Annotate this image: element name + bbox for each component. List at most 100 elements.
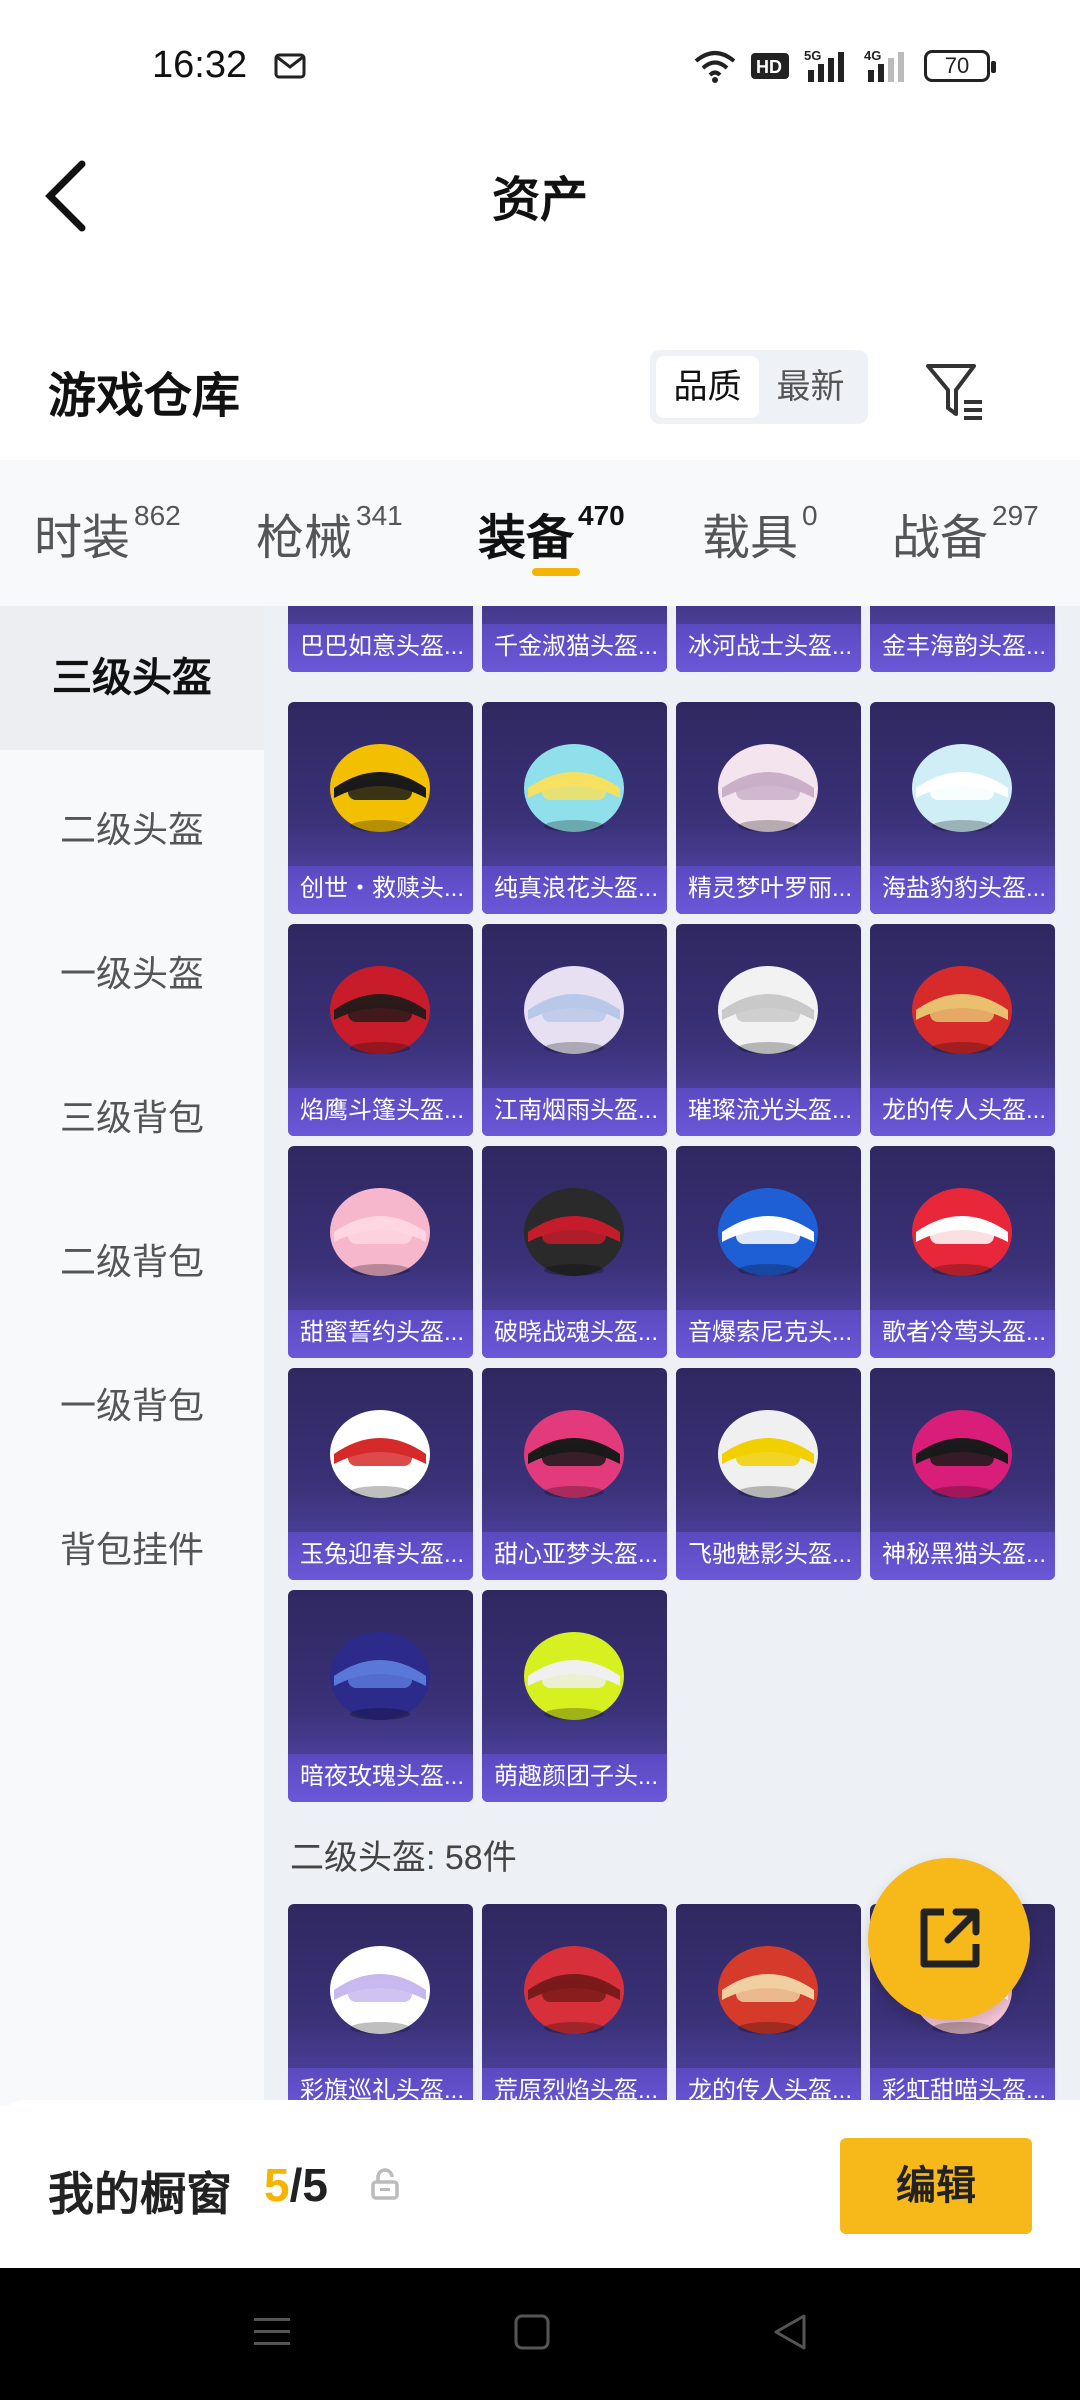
sidebar-item-level2-helmet[interactable]: 二级头盔 bbox=[0, 800, 264, 860]
item-name: 玉兔迎春头盔... bbox=[288, 1532, 473, 1580]
item-card[interactable]: 飞驰魅影头盔... bbox=[676, 1368, 861, 1580]
item-name: 金丰海韵头盔... bbox=[870, 624, 1055, 672]
item-card[interactable]: 神秘黑猫头盔... bbox=[870, 1368, 1055, 1580]
item-card[interactable]: 巴巴如意头盔... bbox=[288, 606, 473, 672]
sidebar: 三级头盔 二级头盔 一级头盔 三级背包 二级背包 一级背包 背包挂件 bbox=[0, 606, 264, 2106]
tab-label: 枪械 bbox=[256, 512, 353, 565]
sidebar-item-level1-backpack[interactable]: 一级背包 bbox=[0, 1376, 264, 1436]
tab-count: 470 bbox=[578, 500, 625, 531]
svg-text:4G: 4G bbox=[864, 48, 881, 63]
item-card[interactable]: 海盐豹豹头盔... bbox=[870, 702, 1055, 914]
tab-count: 862 bbox=[134, 500, 181, 531]
item-card[interactable]: 千金淑猫头盔... bbox=[482, 606, 667, 672]
sort-quality-option[interactable]: 品质 bbox=[656, 356, 759, 418]
helmet-icon bbox=[524, 966, 624, 1054]
wifi-icon bbox=[694, 51, 736, 83]
item-card[interactable]: 龙的传人头盔... bbox=[676, 1904, 861, 2100]
mail-icon bbox=[274, 53, 306, 79]
helmet-icon bbox=[718, 966, 818, 1054]
item-card[interactable]: 甜心亚梦头盔... bbox=[482, 1368, 667, 1580]
item-card[interactable]: 璀璨流光头盔... bbox=[676, 924, 861, 1136]
item-card[interactable]: 彩旗巡礼头盔... bbox=[288, 1904, 473, 2100]
helmet-icon bbox=[718, 1188, 818, 1276]
item-name: 巴巴如意头盔... bbox=[288, 624, 473, 672]
item-name: 彩旗巡礼头盔... bbox=[288, 2068, 473, 2100]
helmet-icon bbox=[718, 1946, 818, 2034]
tab-label: 时装 bbox=[34, 512, 131, 565]
item-card[interactable]: 暗夜玫瑰头盔... bbox=[288, 1590, 473, 1802]
item-name: 纯真浪花头盔... bbox=[482, 866, 667, 914]
item-name: 海盐豹豹头盔... bbox=[870, 866, 1055, 914]
share-icon bbox=[920, 1908, 980, 1968]
item-name: 龙的传人头盔... bbox=[870, 1088, 1055, 1136]
item-card[interactable]: 精灵梦叶罗丽... bbox=[676, 702, 861, 914]
sidebar-item-level3-backpack[interactable]: 三级背包 bbox=[0, 1088, 264, 1148]
svg-text:HD: HD bbox=[756, 57, 782, 77]
item-card[interactable]: 焰鹰斗篷头盔... bbox=[288, 924, 473, 1136]
helmet-icon bbox=[330, 1632, 430, 1720]
tab-supplies[interactable]: 战备 297 bbox=[892, 498, 1039, 568]
item-card[interactable]: 纯真浪花头盔... bbox=[482, 702, 667, 914]
item-name: 精灵梦叶罗丽... bbox=[676, 866, 861, 914]
warehouse-title: 游戏仓库 bbox=[48, 370, 241, 423]
edit-button[interactable]: 编辑 bbox=[840, 2138, 1032, 2234]
helmet-icon bbox=[524, 1188, 624, 1276]
tab-count: 341 bbox=[356, 500, 403, 531]
item-card[interactable]: 玉兔迎春头盔... bbox=[288, 1368, 473, 1580]
tab-guns[interactable]: 枪械 341 bbox=[256, 498, 403, 568]
item-card[interactable]: 荒原烈焰头盔... bbox=[482, 1904, 667, 2100]
tab-count: 0 bbox=[802, 500, 818, 531]
item-card[interactable]: 金丰海韵头盔... bbox=[870, 606, 1055, 672]
item-card[interactable]: 音爆索尼克头... bbox=[676, 1146, 861, 1358]
showcase-total: /5 bbox=[289, 2159, 328, 2211]
item-card[interactable]: 江南烟雨头盔... bbox=[482, 924, 667, 1136]
back-nav-icon[interactable] bbox=[770, 2312, 810, 2352]
helmet-icon bbox=[330, 1188, 430, 1276]
helmet-icon bbox=[912, 744, 1012, 832]
item-name: 创世・救赎头... bbox=[288, 866, 473, 914]
item-name: 歌者冷莺头盔... bbox=[870, 1310, 1055, 1358]
item-card[interactable]: 甜蜜誓约头盔... bbox=[288, 1146, 473, 1358]
share-button[interactable] bbox=[868, 1858, 1030, 2020]
tab-vehicles[interactable]: 载具 0 bbox=[702, 498, 818, 568]
showcase-bar: 我的橱窗 5/5 编辑 bbox=[0, 2100, 1080, 2268]
signal-4g-icon: 4G bbox=[864, 48, 904, 82]
status-time: 16:32 bbox=[152, 44, 248, 86]
item-card[interactable]: 创世・救赎头... bbox=[288, 702, 473, 914]
tab-fashion[interactable]: 时装 862 bbox=[34, 498, 181, 568]
tab-label: 战备 bbox=[892, 512, 989, 565]
menu-icon[interactable] bbox=[252, 2312, 292, 2352]
sort-newest-option[interactable]: 最新 bbox=[759, 356, 862, 418]
helmet-icon bbox=[718, 744, 818, 832]
item-name: 甜心亚梦头盔... bbox=[482, 1532, 667, 1580]
lock-icon bbox=[371, 2168, 399, 2200]
helmet-icon bbox=[330, 1946, 430, 2034]
sidebar-item-level2-backpack[interactable]: 二级背包 bbox=[0, 1232, 264, 1292]
svg-text:5G: 5G bbox=[804, 48, 821, 63]
helmet-icon bbox=[912, 1410, 1012, 1498]
filter-icon[interactable] bbox=[922, 358, 986, 422]
home-icon[interactable] bbox=[512, 2312, 552, 2352]
tab-label: 装备 bbox=[478, 512, 575, 565]
helmet-icon bbox=[912, 1188, 1012, 1276]
tab-label: 载具 bbox=[702, 512, 799, 565]
item-card[interactable]: 冰河战士头盔... bbox=[676, 606, 861, 672]
item-card[interactable]: 萌趣颜团子头... bbox=[482, 1590, 667, 1802]
sidebar-item-backpack-charm[interactable]: 背包挂件 bbox=[0, 1520, 264, 1580]
hd-icon: HD bbox=[751, 53, 789, 79]
tab-equipment[interactable]: 装备 470 bbox=[478, 498, 625, 568]
item-name: 冰河战士头盔... bbox=[676, 624, 861, 672]
item-card[interactable]: 歌者冷莺头盔... bbox=[870, 1146, 1055, 1358]
item-card[interactable]: 龙的传人头盔... bbox=[870, 924, 1055, 1136]
signal-5g-icon: 5G bbox=[804, 48, 844, 82]
item-name: 荒原烈焰头盔... bbox=[482, 2068, 667, 2100]
sidebar-item-level1-helmet[interactable]: 一级头盔 bbox=[0, 944, 264, 1004]
showcase-label: 我的橱窗 bbox=[48, 2168, 232, 2220]
warehouse-header: 游戏仓库 品质 最新 bbox=[0, 330, 1080, 450]
item-card[interactable]: 破晓战魂头盔... bbox=[482, 1146, 667, 1358]
sidebar-item-level3-helmet[interactable]: 三级头盔 bbox=[0, 606, 264, 750]
section-label-level2: 二级头盔: 58件 bbox=[290, 1839, 517, 1877]
item-name: 音爆索尼克头... bbox=[676, 1310, 861, 1358]
helmet-icon bbox=[330, 744, 430, 832]
helmet-icon bbox=[718, 1410, 818, 1498]
